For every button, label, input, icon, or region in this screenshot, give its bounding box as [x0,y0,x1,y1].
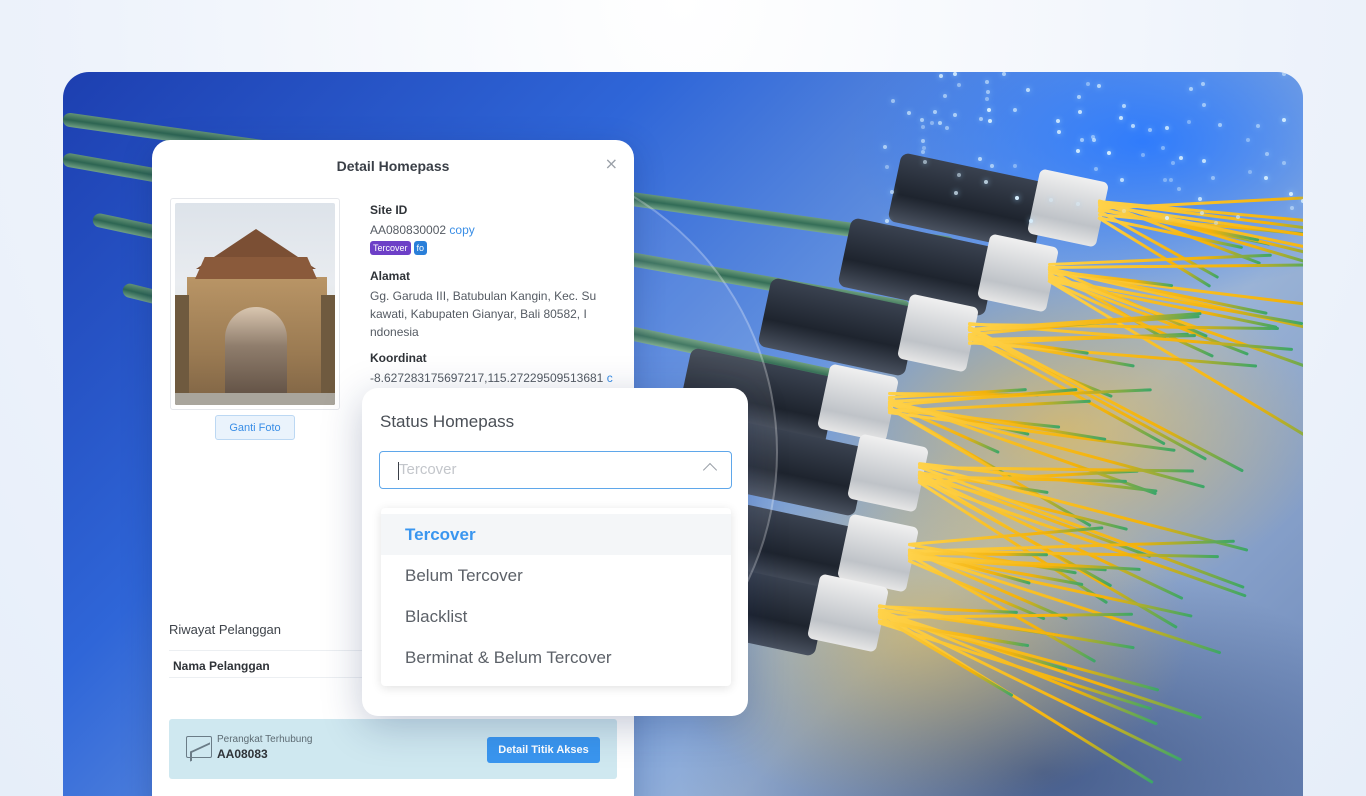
copy-koordinat-link[interactable]: c [607,371,613,385]
hero-light-dot [1210,175,1215,180]
hero-light-dot [1302,74,1303,79]
hero-light-dot [1235,215,1240,220]
hero-light-dot [1028,218,1033,223]
site-id-block: Site ID AA080830002 copy Tercover fo [370,203,615,255]
hero-light-dot [1199,210,1204,215]
option-blacklist[interactable]: Blacklist [381,596,731,637]
hero-light-dot [1025,87,1030,92]
hero-light-dot [920,124,925,129]
fo-badge: fo [413,241,428,255]
hero-light-dot [1281,117,1286,122]
hero-light-dot [906,110,911,115]
hero-light-dot [1056,129,1061,134]
chevron-up-icon[interactable] [702,462,718,478]
alamat-label: Alamat [370,269,411,283]
homepass-photo [175,203,335,405]
hero-light-dot [1165,125,1170,130]
hero-light-dot [1247,170,1252,175]
hero-ferrule [896,293,980,373]
koordinat-block: Koordinat -8.627283175697217,115.2722950… [370,351,615,387]
status-select[interactable]: Tercover [379,451,732,489]
device-id: AA08083 [217,747,268,761]
site-id-value: AA080830002 [370,223,447,237]
hero-light-dot [984,96,989,101]
hero-light-dot [987,118,992,123]
modal-title: Detail Homepass [336,158,450,174]
detail-titik-akses-button[interactable]: Detail Titik Akses [487,737,600,763]
gate-right-pillar [321,295,335,405]
option-belum-tercover[interactable]: Belum Tercover [381,555,731,596]
hero-light-dot [1130,123,1135,128]
hero-light-dot [1160,145,1165,150]
hero-light-dot [937,120,942,125]
gate-arch [225,307,287,405]
hero-light-dot [1178,155,1183,160]
perangkat-terhubung-panel: Perangkat Terhubung AA08083 Detail Titik… [169,719,617,779]
hero-light-dot [1288,191,1293,196]
hero-light-dot [920,117,925,122]
gate-roof-lower [195,257,317,279]
hero-light-dot [1162,177,1167,182]
hero-light-dot [1300,199,1303,204]
page: Detail Homepass × Ganti Foto Site ID AA0… [0,0,1366,796]
ganti-foto-button[interactable]: Ganti Foto [215,415,295,440]
hero-light-dot [1265,151,1270,156]
hero-light-dot [1213,220,1218,225]
hero-light-dot [1256,123,1261,128]
hero-light-dot [1164,216,1169,221]
hero-light-dot [890,189,895,194]
option-berminat-belum-tercover[interactable]: Berminat & Belum Tercover [381,637,731,678]
copy-site-id-link[interactable]: copy [449,223,474,237]
homepass-info: Site ID AA080830002 copy Tercover fo Ala… [370,203,615,397]
tercover-badge: Tercover [370,241,411,255]
site-id-row: AA080830002 copy [370,221,615,239]
hero-light-dot [1106,151,1111,156]
hero-light-dot [1281,161,1286,166]
alamat-line-1: Gg. Garuda III, Batubulan Kangin, Kec. S… [370,289,597,303]
hero-light-dot [1245,138,1250,143]
hero-light-dot [884,164,889,169]
alamat-line-2: kawati, Kabupaten Gianyar, Bali 80582, I [370,307,587,321]
hero-light-dot [1200,82,1205,86]
homepass-photo-frame [170,198,340,410]
koordinat-value: -8.627283175697217,115.27229509513681 [370,371,604,385]
status-dropdown-menu: Tercover Belum Tercover Blacklist Bermin… [381,508,731,686]
hero-light-dot [1263,175,1268,180]
alamat-block: Alamat Gg. Garuda III, Batubulan Kangin,… [370,269,615,341]
hero-light-dot [884,218,889,223]
hero-ferrule [976,233,1060,313]
gate-left-pillar [175,295,189,405]
hero-light-dot [920,149,925,154]
hero-light-dot [1119,177,1124,182]
hero-light-dot [956,173,961,178]
alamat-line-3: ndonesia [370,325,419,339]
close-icon[interactable]: × [605,156,618,172]
hero-ferrule [1026,168,1110,248]
hero-light-dot [1085,81,1090,86]
koordinat-label: Koordinat [370,351,427,365]
status-homepass-card: Status Homepass Tercover Tercover Belum … [362,388,748,716]
option-tercover[interactable]: Tercover [381,514,731,555]
hero-light-dot [1147,127,1152,132]
status-homepass-title: Status Homepass [380,412,515,431]
image-icon [186,736,212,758]
hero-light-dot [1289,206,1294,211]
riwayat-pelanggan-title: Riwayat Pelanggan [169,622,282,637]
status-select-placeholder: Tercover [399,461,457,478]
gate-ground [175,393,335,405]
hero-light-dot [1140,153,1145,158]
hero-light-dot [957,82,962,87]
site-id-label: Site ID [370,203,408,217]
koordinat-row: -8.627283175697217,115.27229509513681 c [370,369,615,387]
status-badges: Tercover fo [370,241,615,255]
hero-light-dot [1093,166,1098,171]
device-caption: Perangkat Terhubung [217,734,313,745]
hero-light-dot [1217,123,1222,128]
hero-light-dot [1078,109,1083,114]
